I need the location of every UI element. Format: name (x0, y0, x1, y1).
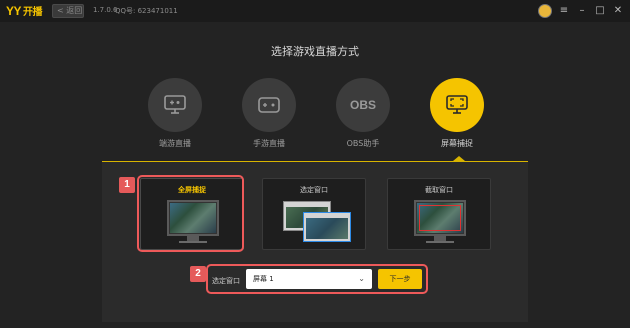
mode-selector: 端游直播 手游直播 OBS OBS助手 屏幕捕捉 (145, 78, 487, 153)
app-logo: YY 开播 (6, 4, 43, 18)
titlebar: YY 开播 < 返回 1.7.0.6 QQ号: 623471011 ≡ – □ ✕ (0, 0, 630, 22)
close-icon[interactable]: ✕ (612, 5, 624, 17)
menu-icon[interactable]: ≡ (558, 5, 570, 17)
option-title: 截取窗口 (425, 186, 453, 194)
mode-label: 屏幕捕捉 (441, 139, 473, 148)
obs-icon: OBS (336, 78, 390, 132)
window-controls: ≡ – □ ✕ (538, 4, 624, 18)
screen-capture-icon (430, 78, 484, 132)
mode-mobile-game[interactable]: 手游直播 (239, 78, 299, 149)
annotation-box-2 (206, 264, 428, 294)
version-text: 1.7.0.6 (93, 6, 118, 14)
region-monitor-icon (414, 200, 466, 236)
mode-pc-game[interactable]: 端游直播 (145, 78, 205, 149)
active-indicator (453, 156, 465, 161)
mode-screen-capture[interactable]: 屏幕捕捉 (427, 78, 487, 149)
page-title: 选择游戏直播方式 (271, 45, 359, 58)
option-region[interactable]: 截取窗口 (387, 178, 491, 250)
annotation-badge-1: 1 (119, 177, 135, 193)
option-title: 选定窗口 (300, 186, 328, 194)
mobile-gamepad-icon (242, 78, 296, 132)
back-button[interactable]: < 返回 (52, 4, 84, 18)
mode-label: 手游直播 (253, 139, 285, 148)
maximize-icon[interactable]: □ (594, 5, 606, 17)
mode-obs[interactable]: OBS OBS助手 (333, 78, 393, 149)
avatar[interactable] (538, 4, 552, 18)
minimize-icon[interactable]: – (576, 5, 588, 17)
qq-number: QQ号: 623471011 (115, 7, 178, 15)
monitor-base (426, 241, 454, 243)
annotation-badge-2: 2 (190, 266, 206, 282)
mode-label: 端游直播 (159, 139, 191, 148)
region-frame (419, 205, 461, 231)
option-window[interactable]: 选定窗口 (262, 178, 366, 250)
annotation-box-1 (137, 175, 244, 252)
window-icon (303, 212, 351, 242)
mode-label: OBS助手 (346, 139, 380, 148)
pc-gamepad-icon (148, 78, 202, 132)
